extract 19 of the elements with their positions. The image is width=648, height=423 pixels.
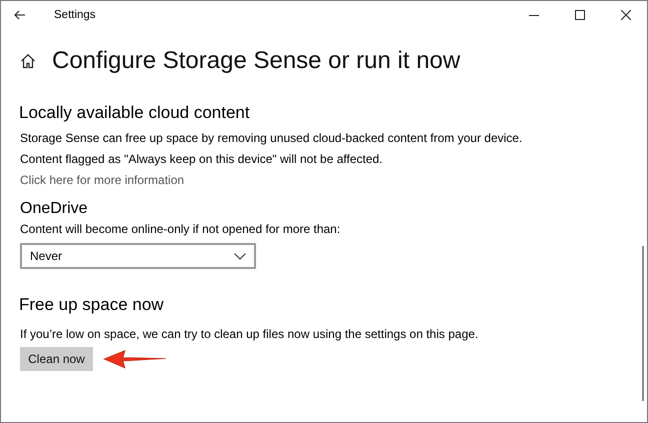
more-info-link[interactable]: Click here for more information	[20, 173, 647, 188]
close-icon[interactable]	[621, 10, 631, 20]
annotation-arrow	[103, 349, 167, 369]
window-title: Settings	[54, 9, 96, 21]
description-text: If you’re low on space, we can try to clean up files now using the settings on this page.	[20, 327, 480, 342]
section-heading: Free up space now	[19, 295, 165, 316]
home-icon[interactable]	[20, 53, 36, 69]
chevron-down-icon	[234, 252, 246, 260]
back-icon[interactable]	[14, 10, 26, 20]
maximize-icon[interactable]	[575, 10, 585, 20]
description-text: Storage Sense can free up space by removing unused cloud-backed content from your device.	[20, 131, 524, 146]
duration-dropdown[interactable]: Never	[20, 243, 256, 269]
page-title: Configure Storage Sense or run it now	[52, 47, 460, 75]
section-heading: Locally available cloud content	[19, 103, 251, 124]
description-text: Content flagged as "Always keep on this device" will not be affected.	[20, 152, 384, 167]
dropdown-caption: Content will become online-only if not opened for more than:	[20, 222, 342, 237]
scrollbar[interactable]	[642, 246, 644, 401]
section-subheading: OneDrive	[20, 200, 89, 219]
clean-now-button[interactable]: Clean now	[20, 347, 93, 371]
